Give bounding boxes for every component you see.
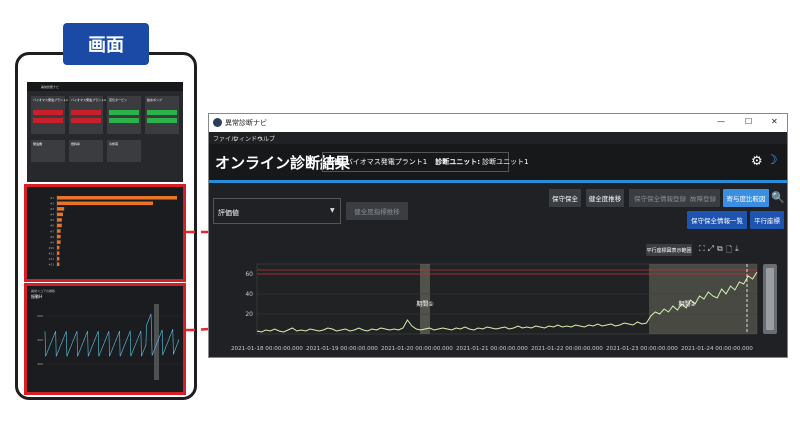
x-tick-label: 2021-01-24 00:00:00.000 [681, 346, 753, 352]
menu-help[interactable]: ヘルプ [257, 134, 275, 143]
page-header: オンライン診断結果 設備: バイオマス発電プラント1 診断ユニット: 診断ユニッ… [209, 144, 787, 180]
x-tick-label: 2021-01-19 00:00:00.000 [306, 346, 378, 352]
x-tick-label: 2021-01-23 00:00:00.000 [606, 346, 678, 352]
y-tick-label: 20 [245, 311, 253, 318]
x-tick-label: 2021-01-20 00:00:00.000 [381, 346, 453, 352]
header-accent-bar [209, 180, 787, 183]
equipment-label: 設備: [327, 158, 344, 166]
close-button[interactable]: ✕ [771, 117, 778, 126]
app-window: 異常診断ナビ — ☐ ✕ ファイル ウィンドウ ヘルプ オンライン診断結果 設備… [208, 113, 788, 358]
parallel-coordinates-button[interactable]: 平行座標 [750, 211, 784, 229]
menu-bar: ファイル ウィンドウ ヘルプ [209, 132, 787, 144]
y-tick-label: 60 [245, 271, 253, 278]
unit-value: 診断ユニット1 [482, 158, 529, 166]
range-scrollbar-thumb [766, 268, 774, 330]
equipment-info: 設備: バイオマス発電プラント1 診断ユニット: 診断ユニット1 [322, 152, 529, 172]
failure-register-button[interactable]: 故障登録 [686, 189, 720, 207]
trend-chart: 204060期間① 期間②2021-01-18 00:00:00.000 2021-… [231, 263, 777, 352]
unit-label: 診断ユニット: [435, 158, 481, 166]
equipment-value: バイオマス発電プラント1 [345, 158, 428, 166]
maintenance-list-button[interactable]: 保守保全情報一覧 [687, 211, 747, 229]
x-tick-label: 2021-01-21 00:00:00.000 [456, 346, 528, 352]
contribution-chart-button[interactable]: 寄与度比較図 [723, 189, 769, 207]
moon-icon[interactable]: ☽ [766, 153, 778, 168]
maximize-button[interactable]: ☐ [745, 117, 752, 126]
health-index-button[interactable]: 健全度指標推移 [346, 202, 408, 220]
gear-icon[interactable]: ⚙ [751, 154, 763, 169]
maintenance-register-button[interactable]: 保守保全情報登録 [629, 189, 691, 207]
period-annotation: 期間① [416, 300, 433, 308]
window-title: 異常診断ナビ [225, 119, 267, 127]
app-logo-icon [213, 118, 222, 127]
period-2-highlight [649, 264, 757, 334]
minimize-button[interactable]: — [717, 117, 725, 126]
x-tick-label: 2021-01-22 00:00:00.000 [531, 346, 603, 352]
dropdown-value: 評価値 [218, 209, 239, 217]
title-bar: 異常診断ナビ — ☐ ✕ [209, 114, 787, 132]
search-icon[interactable]: 🔍 [771, 191, 785, 204]
x-tick-label: 2021-01-18 00:00:00.000 [231, 346, 303, 352]
maintenance-button[interactable]: 保守保全 [549, 189, 581, 207]
y-tick-label: 40 [245, 291, 253, 298]
period-1-highlight [420, 264, 430, 334]
period-annotation: 期間② [678, 300, 696, 308]
health-trend-button[interactable]: 健全度推移 [586, 189, 624, 207]
evaluation-dropdown[interactable]: 評価値 ▼ [213, 198, 341, 224]
chevron-down-icon: ▼ [330, 207, 335, 214]
